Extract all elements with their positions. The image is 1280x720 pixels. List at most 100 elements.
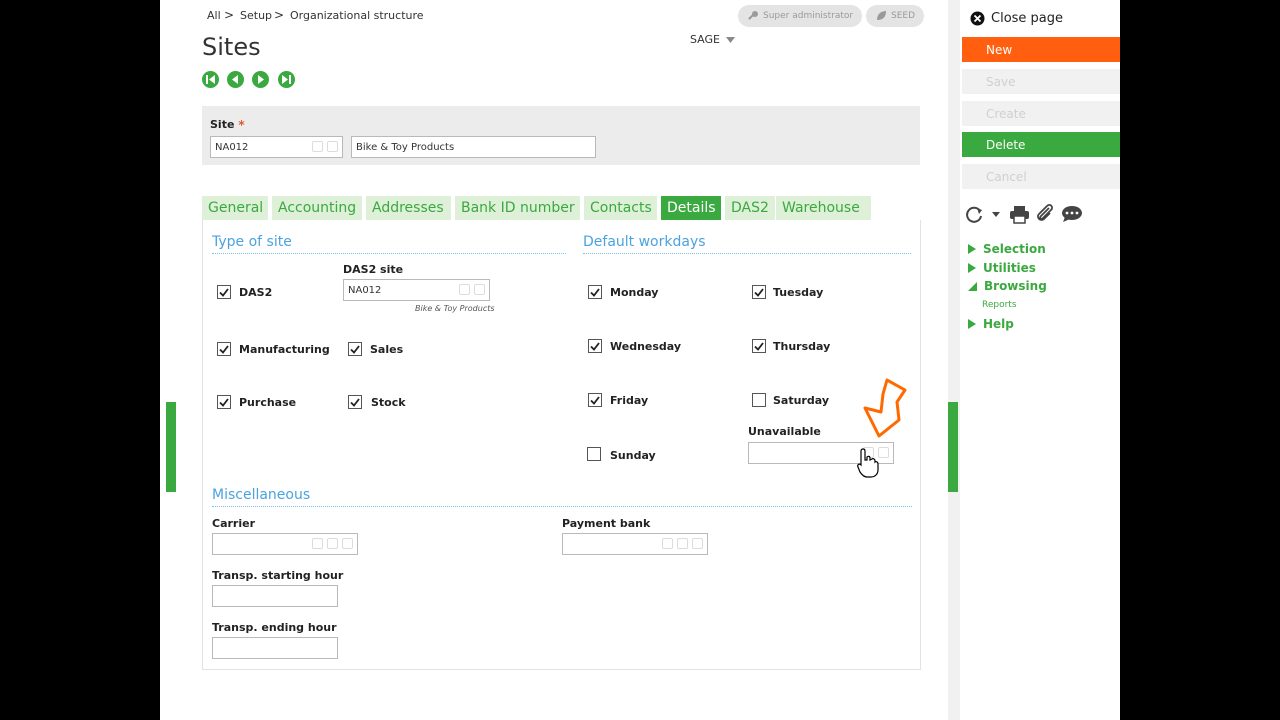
- list-icon[interactable]: [474, 284, 485, 295]
- saturday-checkbox[interactable]: [752, 393, 766, 407]
- save-button[interactable]: Save: [962, 69, 1120, 94]
- purchase-checkbox[interactable]: [217, 395, 231, 409]
- menu-browsing-label: Browsing: [984, 279, 1047, 293]
- friday-checkbox[interactable]: [588, 393, 602, 407]
- next-icon: [258, 75, 264, 84]
- company-menu[interactable]: SAGE: [690, 33, 735, 46]
- stock-checkbox[interactable]: [348, 395, 362, 409]
- right-panel-toggle[interactable]: [948, 402, 958, 492]
- main-content: All > Setup > Organizational structure S…: [160, 0, 948, 720]
- checkmark-icon: [219, 397, 229, 407]
- action-panel: Close page New Save Create Delete Cancel…: [960, 0, 1120, 720]
- monday-checkbox[interactable]: [588, 285, 602, 299]
- monday-label: Monday: [610, 286, 659, 299]
- section-divider: [212, 253, 566, 254]
- wednesday-checkbox[interactable]: [588, 339, 602, 353]
- tab-bank-id-number[interactable]: Bank ID number: [455, 196, 580, 220]
- user-role-label: Super administrator: [763, 11, 854, 21]
- tab-contacts[interactable]: Contacts: [584, 196, 657, 220]
- checkmark-icon: [754, 287, 764, 297]
- site-description-input[interactable]: Bike & Toy Products: [351, 136, 596, 158]
- transp-starting-hour-input[interactable]: [212, 585, 338, 607]
- sunday-label: Sunday: [610, 449, 656, 462]
- section-divider: [583, 253, 911, 254]
- search-icon[interactable]: [312, 538, 323, 549]
- menu-selection[interactable]: Selection: [968, 242, 1046, 256]
- attachment-icon[interactable]: [1035, 203, 1054, 225]
- sales-checkbox[interactable]: [348, 342, 362, 356]
- manufacturing-label: Manufacturing: [239, 343, 330, 356]
- thursday-label: Thursday: [773, 340, 831, 353]
- menu-utilities[interactable]: Utilities: [968, 261, 1036, 275]
- site-description-value: Bike & Toy Products: [356, 141, 455, 153]
- stock-label: Stock: [371, 396, 406, 409]
- tab-warehouse[interactable]: Warehouse: [776, 196, 871, 220]
- first-record-button[interactable]: [202, 71, 219, 88]
- menu-help-label: Help: [983, 317, 1014, 331]
- list-icon[interactable]: [327, 141, 338, 152]
- menu-browsing[interactable]: Browsing: [968, 279, 1047, 293]
- tab-details[interactable]: Details: [661, 196, 721, 220]
- list-icon[interactable]: [342, 538, 353, 549]
- carrier-input[interactable]: [212, 533, 358, 555]
- sunday-checkbox[interactable]: [587, 447, 601, 461]
- refresh-icon[interactable]: [964, 205, 984, 223]
- tuesday-label: Tuesday: [773, 286, 824, 299]
- type-of-site-title: Type of site: [212, 234, 292, 250]
- tab-das2[interactable]: DAS2: [725, 196, 775, 220]
- chevron-down-icon[interactable]: [992, 212, 1000, 217]
- previous-record-button[interactable]: [227, 71, 244, 88]
- detail-icon[interactable]: [677, 538, 688, 549]
- delete-button[interactable]: Delete: [962, 132, 1120, 157]
- das2-site-input[interactable]: NA012: [343, 279, 490, 301]
- create-button[interactable]: Create: [962, 101, 1120, 126]
- das2-label: DAS2: [239, 286, 273, 299]
- transp-ending-hour-label: Transp. ending hour: [212, 621, 337, 634]
- site-label-group: Site *: [210, 118, 245, 132]
- first-icon: [206, 75, 215, 84]
- manufacturing-checkbox[interactable]: [217, 342, 231, 356]
- list-icon[interactable]: [878, 447, 889, 458]
- menu-utilities-label: Utilities: [983, 261, 1036, 275]
- cancel-button[interactable]: Cancel: [962, 164, 1120, 189]
- breadcrumb-all[interactable]: All: [207, 9, 221, 22]
- site-code-input[interactable]: NA012: [210, 136, 343, 158]
- list-icon[interactable]: [692, 538, 703, 549]
- checkmark-icon: [350, 344, 360, 354]
- folder-badge[interactable]: SEED: [866, 5, 925, 27]
- triangle-right-icon: [968, 263, 976, 273]
- das2-checkbox[interactable]: [217, 285, 231, 299]
- tab-addresses[interactable]: Addresses: [366, 196, 451, 220]
- last-record-button[interactable]: [278, 71, 295, 88]
- tab-general[interactable]: General: [202, 196, 268, 220]
- leaf-icon: [877, 11, 886, 20]
- transp-ending-hour-input[interactable]: [212, 637, 338, 659]
- detail-icon[interactable]: [327, 538, 338, 549]
- payment-bank-input[interactable]: [562, 533, 708, 555]
- checkmark-icon: [219, 344, 229, 354]
- triangle-right-icon: [968, 319, 976, 329]
- section-divider: [212, 506, 912, 507]
- next-record-button[interactable]: [252, 71, 269, 88]
- tuesday-checkbox[interactable]: [752, 285, 766, 299]
- search-icon[interactable]: [459, 284, 470, 295]
- breadcrumb-organizational-structure[interactable]: Organizational structure: [290, 9, 424, 22]
- breadcrumb-separator: >: [274, 8, 285, 22]
- tab-accounting[interactable]: Accounting: [272, 196, 362, 220]
- thursday-checkbox[interactable]: [752, 339, 766, 353]
- user-role-badge[interactable]: Super administrator: [738, 5, 863, 27]
- miscellaneous-title: Miscellaneous: [212, 487, 311, 503]
- chevron-down-icon: [726, 36, 735, 43]
- menu-reports[interactable]: Reports: [982, 300, 1017, 310]
- left-panel-toggle[interactable]: [166, 402, 176, 492]
- new-button[interactable]: New: [962, 37, 1120, 62]
- triangle-down-icon: [968, 281, 977, 291]
- print-icon[interactable]: [1009, 205, 1030, 224]
- close-page-button[interactable]: Close page: [970, 11, 1063, 26]
- breadcrumb-setup[interactable]: Setup: [240, 9, 272, 22]
- unavailable-label: Unavailable: [748, 425, 821, 438]
- comments-icon[interactable]: [1061, 205, 1083, 223]
- menu-help[interactable]: Help: [968, 317, 1014, 331]
- search-icon[interactable]: [662, 538, 673, 549]
- search-icon[interactable]: [312, 141, 323, 152]
